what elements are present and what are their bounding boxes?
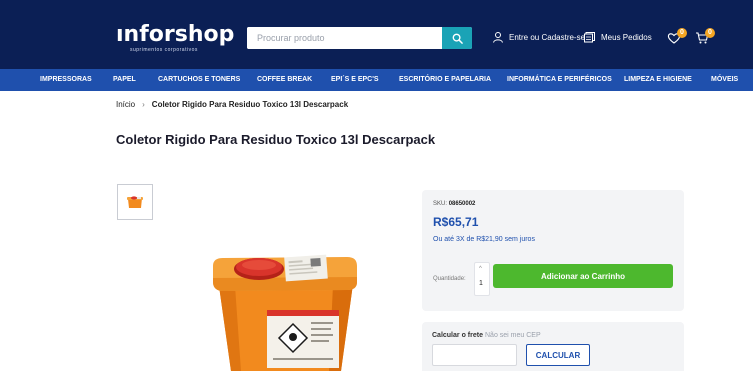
category-nav: IMPRESSORAS PAPEL CARTUCHOS E TONERS COF… <box>0 69 753 91</box>
nav-item-informatica[interactable]: INFORMÁTICA E PERIFÉRICOS <box>507 76 612 83</box>
breadcrumb-separator: › <box>142 100 145 109</box>
shipping-label: Calcular o frete <box>432 332 483 339</box>
breadcrumb-home[interactable]: Início <box>116 100 135 109</box>
nav-item-impressoras[interactable]: IMPRESSORAS <box>40 76 92 83</box>
sku: SKU: 08650002 <box>433 201 475 207</box>
account-link[interactable]: Entre ou Cadastre-se <box>492 31 585 43</box>
product-thumbnail-image <box>127 196 143 208</box>
nav-item-limpeza[interactable]: LIMPEZA E HIGIENE <box>624 76 692 83</box>
cart-count-badge: 0 <box>705 28 715 38</box>
cep-input[interactable] <box>432 344 517 366</box>
cart-button[interactable]: 0 <box>695 26 717 46</box>
product-main-image[interactable] <box>205 252 365 371</box>
search-icon <box>452 33 463 44</box>
account-label: Entre ou Cadastre-se <box>509 32 586 42</box>
user-icon <box>493 32 503 43</box>
quantity-value: 1 <box>479 280 483 287</box>
sku-label: SKU: <box>433 201 448 207</box>
wishlist-count-badge: 0 <box>677 28 687 38</box>
site-header: ınforshop suprimentos corporativos Entre… <box>0 0 753 69</box>
shipping-calculator: Calcular o frete Não sei meu CEP CALCULA… <box>422 322 684 371</box>
nav-item-papel[interactable]: PAPEL <box>113 76 136 83</box>
product-thumbnail[interactable] <box>117 184 153 220</box>
nav-item-moveis[interactable]: MÓVEIS <box>711 76 738 83</box>
logo-text: ınforshop <box>116 22 235 47</box>
product-price: R$65,71 <box>433 215 479 229</box>
quantity-stepper[interactable]: ^ 1 <box>474 262 490 296</box>
unknown-cep-link[interactable]: Não sei meu CEP <box>485 332 541 339</box>
orders-link[interactable]: Meus Pedidos <box>583 31 652 44</box>
search-bar <box>247 27 472 49</box>
breadcrumb-current: Coletor Rigido Para Residuo Toxico 13l D… <box>151 100 349 109</box>
breadcrumb: Início › Coletor Rigido Para Residuo Tox… <box>116 100 348 109</box>
add-to-cart-button[interactable]: Adicionar ao Carrinho <box>493 264 673 288</box>
orders-label: Meus Pedidos <box>601 33 652 42</box>
product-title: Coletor Rigido Para Residuo Toxico 13l D… <box>116 132 436 147</box>
installments-text: Ou até 3X de R$21,90 sem juros <box>433 236 535 243</box>
nav-item-cartuchos[interactable]: CARTUCHOS E TONERS <box>158 76 240 83</box>
buy-box: SKU: 08650002 R$65,71 Ou até 3X de R$21,… <box>422 190 684 311</box>
nav-item-coffee-break[interactable]: COFFEE BREAK <box>257 76 312 83</box>
sku-value: 08650002 <box>448 201 476 207</box>
search-button[interactable] <box>442 27 472 49</box>
orders-icon <box>584 32 595 43</box>
logo-tagline: suprimentos corporativos <box>130 47 198 53</box>
wishlist-button[interactable]: 0 <box>667 26 689 46</box>
quantity-increase[interactable]: ^ <box>479 266 482 272</box>
search-input[interactable] <box>247 27 442 49</box>
quantity-label: Quantidade: <box>433 276 466 282</box>
calculate-shipping-button[interactable]: CALCULAR <box>526 344 590 366</box>
nav-item-escritorio[interactable]: ESCRITÓRIO E PAPELARIA <box>399 76 491 83</box>
nav-item-epis[interactable]: EPI´S E EPC'S <box>331 76 379 83</box>
logo[interactable]: ınforshop suprimentos corporativos <box>116 22 234 53</box>
